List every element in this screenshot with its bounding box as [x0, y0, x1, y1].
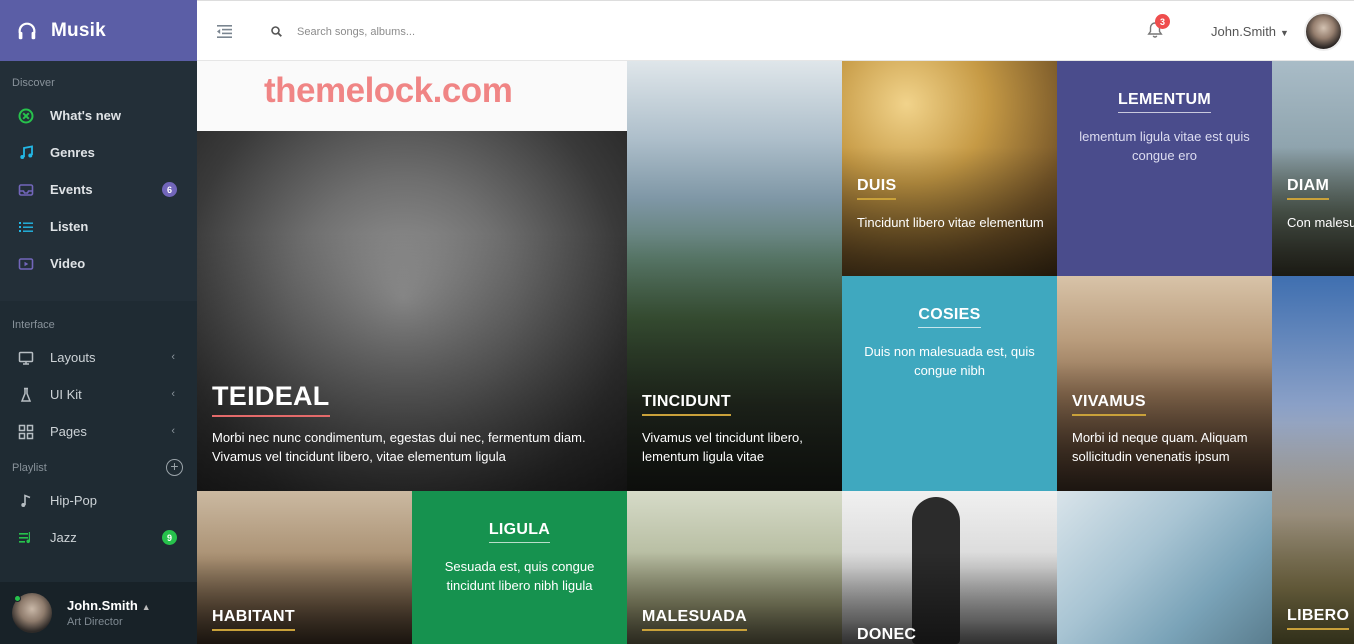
events-count-badge: 6 — [162, 182, 177, 197]
tile-title: MALESUADA — [642, 608, 747, 631]
sidebar-item-ui-kit[interactable]: UI Kit ‹ — [0, 376, 197, 413]
tile-shade — [1057, 362, 1272, 491]
desktop-icon — [18, 350, 34, 366]
tile-title: LIGULA — [488, 521, 551, 543]
user-name: John.Smith — [67, 598, 138, 613]
music-note-icon — [18, 493, 34, 509]
sidebar-item-label: Layouts — [50, 350, 96, 365]
tile-shade — [1272, 147, 1354, 276]
tile-title: COSIES — [918, 306, 981, 328]
notification-badge: 3 — [1155, 14, 1170, 29]
chevron-left-icon: ‹ — [171, 351, 175, 363]
sidebar-item-whats-new[interactable]: What's new — [0, 97, 197, 134]
inbox-icon — [18, 182, 34, 198]
tile-desc: Vivamus vel tincidunt libero, lementum l… — [642, 430, 803, 464]
tile-teideal[interactable]: themelock.com TEIDEAL Morbi nec nunc con… — [197, 61, 627, 491]
sidebar-item-label: Listen — [50, 219, 89, 234]
list-icon — [18, 219, 34, 235]
tile-ligula[interactable]: LIGULA Sesuada est, quis congue tincidun… — [412, 491, 627, 644]
music-grid: themelock.com TEIDEAL Morbi nec nunc con… — [197, 61, 1354, 644]
tile-title: TEIDEAL — [212, 381, 330, 417]
tile-title: TINCIDUNT — [642, 393, 731, 416]
sidebar-item-pages[interactable]: Pages ‹ — [0, 413, 197, 450]
tile-cosies[interactable]: COSIES Duis non malesuada est, quis cong… — [842, 276, 1057, 491]
sidebar-item-jazz[interactable]: Jazz 9 — [0, 519, 197, 556]
sidebar-item-layouts[interactable]: Layouts ‹ — [0, 339, 197, 376]
avatar — [12, 593, 52, 633]
sidebar-item-label: Video — [50, 256, 86, 271]
user-role: Art Director — [67, 616, 123, 628]
tile-title: VIVAMUS — [1072, 393, 1146, 416]
sidebar-item-genres[interactable]: Genres — [0, 134, 197, 171]
sidebar-item-label: Genres — [50, 145, 95, 160]
tile-donec[interactable]: DONEC — [842, 491, 1057, 644]
sidebar-item-label: Jazz — [50, 530, 77, 545]
tile-desc: Tincidunt libero vitae elementum — [857, 215, 1044, 230]
interface-title: Interface — [12, 319, 55, 331]
interface-section: Interface Layouts ‹ UI Kit ‹ Pages ‹ Pla… — [0, 301, 197, 556]
watermark-text: themelock.com — [264, 71, 513, 110]
header-user-name: John.Smith — [1211, 24, 1277, 39]
sidebar: Musik Discover What's new Genres Events … — [0, 0, 197, 644]
chevron-left-icon: ‹ — [171, 388, 175, 400]
playlist-icon — [18, 530, 34, 546]
online-status-dot — [14, 595, 21, 602]
caret-up-icon: ▲ — [141, 602, 151, 612]
playlist-title: Playlist + — [0, 456, 197, 482]
tile-malesuada[interactable]: MALESUADA — [627, 491, 842, 644]
tile-diam[interactable]: DIAM Con malesu congue nib — [1272, 61, 1354, 276]
tile-title: LIBERO — [1287, 607, 1350, 630]
tile-desc: Sesuada est, quis congue tincidunt liber… — [444, 559, 595, 593]
tile-duis[interactable]: DUIS Tincidunt libero vitae elementum — [842, 61, 1057, 276]
tile-title: DIAM — [1287, 177, 1330, 200]
tile-libero[interactable]: LIBERO — [1272, 276, 1354, 644]
header-avatar[interactable] — [1304, 12, 1343, 51]
sidebar-item-hip-pop[interactable]: Hip-Pop — [0, 482, 197, 519]
headphones-icon — [18, 22, 36, 39]
playlist-title-text: Playlist — [12, 462, 47, 474]
tile-title: LEMENTUM — [1117, 91, 1212, 113]
tile-shade — [842, 147, 1057, 276]
sidebar-item-label: UI Kit — [50, 387, 82, 402]
jazz-count-badge: 9 — [162, 530, 177, 545]
sidebar-item-label: Events — [50, 182, 93, 197]
sidebar-item-listen[interactable]: Listen — [0, 208, 197, 245]
tile-desc: Morbi id neque quam. Aliquam sollicitudi… — [1072, 430, 1248, 464]
tile-desc: Con malesu congue nib — [1287, 215, 1354, 230]
tile-habitant[interactable]: HABITANT — [197, 491, 412, 644]
tile-desc: Morbi nec nunc condimentum, egestas dui … — [212, 430, 586, 464]
tile-title: DUIS — [857, 177, 897, 200]
disc-icon — [18, 108, 34, 124]
music-note-icon — [18, 144, 34, 161]
discover-title: Discover — [12, 77, 55, 89]
chevron-left-icon: ‹ — [171, 425, 175, 437]
sidebar-item-label: Hip-Pop — [50, 493, 97, 508]
beaker-icon — [18, 387, 34, 403]
sidebar-item-label: Pages — [50, 424, 87, 439]
tile-photo-blur[interactable] — [1057, 491, 1272, 644]
top-header: 3 John.Smith▼ — [197, 0, 1354, 61]
app-name: Musik — [51, 19, 106, 41]
tile-desc: lementum ligula vitae est quis congue er… — [1079, 129, 1250, 163]
sidebar-item-video[interactable]: Video — [0, 245, 197, 282]
menu-toggle-icon[interactable] — [217, 25, 232, 38]
user-menu[interactable]: John.Smith ▼ — [1211, 24, 1289, 39]
grid-icon — [18, 424, 34, 440]
add-playlist-icon[interactable]: + — [166, 459, 183, 476]
tile-title: DONEC — [857, 626, 916, 644]
sidebar-item-events[interactable]: Events 6 — [0, 171, 197, 208]
search-icon[interactable] — [271, 26, 282, 37]
video-icon — [18, 256, 34, 272]
search-input[interactable] — [297, 21, 597, 43]
brand[interactable]: Musik — [0, 0, 197, 61]
tile-tincidunt[interactable]: TINCIDUNT Vivamus vel tincidunt libero, … — [627, 61, 842, 491]
tile-title: HABITANT — [212, 608, 295, 631]
discover-section: Discover What's new Genres Events 6 List… — [0, 61, 197, 301]
tile-vivamus[interactable]: VIVAMUS Morbi id neque quam. Aliquam sol… — [1057, 276, 1272, 491]
tile-lementum[interactable]: LEMENTUM lementum ligula vitae est quis … — [1057, 61, 1272, 276]
tile-desc: Duis non malesuada est, quis congue nibh — [864, 344, 1035, 378]
caret-down-icon: ▼ — [1280, 28, 1289, 38]
sidebar-item-label: What's new — [50, 108, 121, 123]
sidebar-user[interactable]: John.Smith ▲ Art Director — [0, 582, 197, 644]
